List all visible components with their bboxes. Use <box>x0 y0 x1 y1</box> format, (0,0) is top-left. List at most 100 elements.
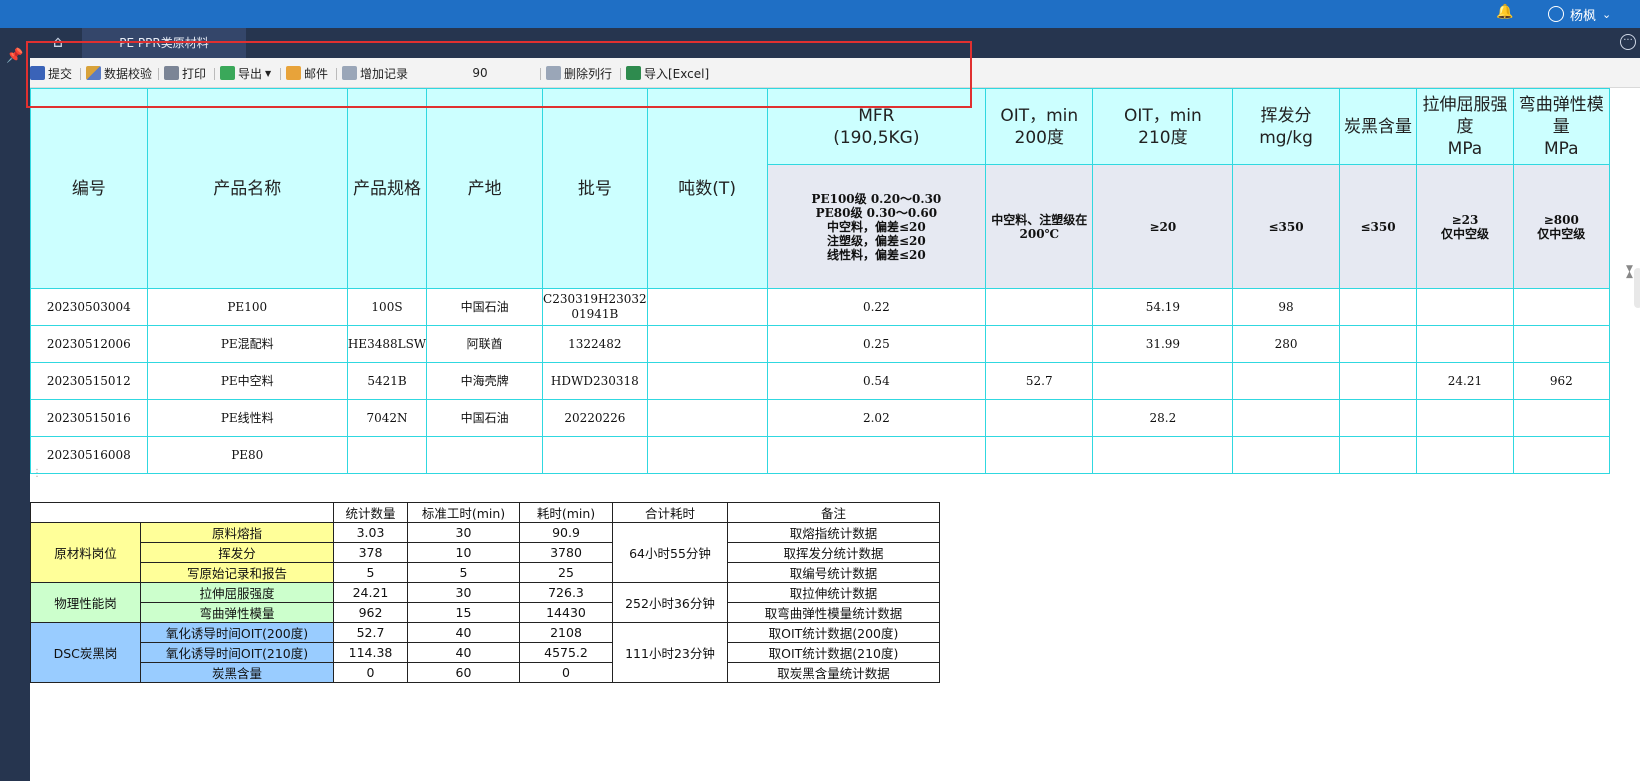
cell-oit210[interactable] <box>1092 436 1234 474</box>
cell-oit210[interactable]: 54.19 <box>1092 288 1234 326</box>
stats-time[interactable]: 90.9 <box>519 522 613 543</box>
stats-item[interactable]: 氧化诱导时间OIT(210度) <box>140 642 334 663</box>
cell-origin[interactable]: 中国石油 <box>426 288 544 326</box>
cell-mfr[interactable]: 0.25 <box>766 325 987 363</box>
cell-spec[interactable]: 100S <box>346 288 428 326</box>
cell-batch[interactable] <box>542 436 648 474</box>
stats-std-time[interactable]: 10 <box>407 542 520 563</box>
scroll-down-icon[interactable]: ▼ <box>1626 264 1633 274</box>
stats-count[interactable]: 3.03 <box>333 522 408 543</box>
stats-std-time[interactable]: 40 <box>407 642 520 663</box>
stats-group-name[interactable]: 原材料岗位 <box>30 522 141 583</box>
cell-carbon[interactable] <box>1338 436 1418 474</box>
stats-note[interactable]: 取OIT统计数据(200度) <box>727 622 940 643</box>
stats-item[interactable]: 弯曲弹性模量 <box>140 602 334 623</box>
stats-note[interactable]: 取拉伸统计数据 <box>727 582 940 603</box>
print-button[interactable]: 打印 <box>164 65 206 81</box>
cell-flex[interactable] <box>1512 399 1611 437</box>
stats-time[interactable]: 2108 <box>519 622 613 643</box>
cell-tensile[interactable]: 24.21 <box>1416 362 1514 400</box>
stats-time[interactable]: 3780 <box>519 542 613 563</box>
cell-tons[interactable] <box>646 325 768 363</box>
stats-item[interactable]: 氧化诱导时间OIT(200度) <box>140 622 334 643</box>
pin-icon[interactable]: 📌 <box>6 48 23 64</box>
stats-time[interactable]: 25 <box>519 562 613 583</box>
cell-batch[interactable]: C230319H23032 01941B <box>542 288 648 326</box>
stats-note[interactable]: 取弯曲弹性模量统计数据 <box>727 602 940 623</box>
stats-note[interactable]: 取挥发分统计数据 <box>727 542 940 563</box>
cell-tons[interactable] <box>646 288 768 326</box>
cell-oit200[interactable] <box>985 325 1094 363</box>
more-options-icon[interactable]: ··· <box>1620 34 1636 50</box>
cell-tensile[interactable] <box>1416 325 1514 363</box>
stats-count[interactable]: 378 <box>333 542 408 563</box>
stats-item[interactable]: 写原始记录和报告 <box>140 562 334 583</box>
stats-std-time[interactable]: 30 <box>407 582 520 603</box>
stats-count[interactable]: 24.21 <box>333 582 408 603</box>
cell-spec[interactable]: HE3488LSW <box>346 325 428 363</box>
cell-tensile[interactable] <box>1416 399 1514 437</box>
stats-std-time[interactable]: 5 <box>407 562 520 583</box>
stats-time[interactable]: 0 <box>519 662 613 683</box>
vertical-scrollbar[interactable]: ▲ ▼ <box>1622 88 1640 781</box>
stats-time[interactable]: 14430 <box>519 602 613 623</box>
cell-tensile[interactable] <box>1416 288 1514 326</box>
cell-volatile[interactable] <box>1232 399 1340 437</box>
home-icon[interactable]: ⌂ <box>46 32 70 54</box>
cell-tensile[interactable] <box>1416 436 1514 474</box>
cell-volatile[interactable] <box>1232 362 1340 400</box>
cell-mfr[interactable]: 0.22 <box>766 288 987 326</box>
cell-oit210[interactable]: 28.2 <box>1092 399 1234 437</box>
cell-carbon[interactable] <box>1338 288 1418 326</box>
submit-button[interactable]: 提交 <box>30 65 72 81</box>
stats-time[interactable]: 726.3 <box>519 582 613 603</box>
cell-flex[interactable] <box>1512 288 1611 326</box>
cell-batch[interactable]: 1322482 <box>542 325 648 363</box>
stats-note[interactable]: 取OIT统计数据(210度) <box>727 642 940 663</box>
cell-name[interactable]: PE中空料 <box>146 362 348 400</box>
cell-mfr[interactable] <box>766 436 987 474</box>
cell-code[interactable]: 20230516008 <box>30 436 148 474</box>
cell-name[interactable]: PE100 <box>146 288 348 326</box>
cell-spec[interactable]: 7042N <box>346 399 428 437</box>
import-excel-button[interactable]: 导入[Excel] <box>626 65 709 81</box>
stats-count[interactable]: 114.38 <box>333 642 408 663</box>
stats-count[interactable]: 962 <box>333 602 408 623</box>
cell-origin[interactable]: 中国石油 <box>426 399 544 437</box>
cell-flex[interactable] <box>1512 436 1611 474</box>
cell-tons[interactable] <box>646 436 768 474</box>
stats-item[interactable]: 挥发分 <box>140 542 334 563</box>
cell-code[interactable]: 20230515012 <box>30 362 148 400</box>
add-record-button[interactable]: 增加记录 <box>342 65 408 81</box>
export-button[interactable]: 导出 ▼ <box>220 65 271 81</box>
cell-tons[interactable] <box>646 399 768 437</box>
cell-carbon[interactable] <box>1338 362 1418 400</box>
cell-origin[interactable] <box>426 436 544 474</box>
stats-group-name[interactable]: 物理性能岗 <box>30 582 141 623</box>
bell-icon[interactable]: 🔔 <box>1496 4 1513 22</box>
mail-button[interactable]: 邮件 <box>286 65 328 81</box>
cell-batch[interactable]: 20220226 <box>542 399 648 437</box>
cell-name[interactable]: PE混配料 <box>146 325 348 363</box>
stats-count[interactable]: 5 <box>333 562 408 583</box>
delete-row-button[interactable]: 删除列行 <box>546 65 612 81</box>
cell-volatile[interactable]: 280 <box>1232 325 1340 363</box>
stats-group-name[interactable]: DSC炭黑岗 <box>30 622 141 683</box>
cell-oit200[interactable] <box>985 288 1094 326</box>
stats-time[interactable]: 4575.2 <box>519 642 613 663</box>
validate-button[interactable]: 数据校验 <box>86 65 152 81</box>
row-count-field[interactable]: 90 <box>425 65 535 81</box>
stats-total[interactable]: 64小时55分钟 <box>612 522 728 583</box>
cell-mfr[interactable]: 0.54 <box>766 362 987 400</box>
stats-count[interactable]: 52.7 <box>333 622 408 643</box>
cell-oit200[interactable] <box>985 436 1094 474</box>
cell-oit200[interactable]: 52.7 <box>985 362 1094 400</box>
scroll-thumb[interactable] <box>1634 268 1640 308</box>
stats-count[interactable]: 0 <box>333 662 408 683</box>
cell-batch[interactable]: HDWD230318 <box>542 362 648 400</box>
cell-code[interactable]: 20230512006 <box>30 325 148 363</box>
stats-note[interactable]: 取炭黑含量统计数据 <box>727 662 940 683</box>
stats-item[interactable]: 拉伸屈服强度 <box>140 582 334 603</box>
cell-volatile[interactable]: 98 <box>1232 288 1340 326</box>
cell-carbon[interactable] <box>1338 325 1418 363</box>
